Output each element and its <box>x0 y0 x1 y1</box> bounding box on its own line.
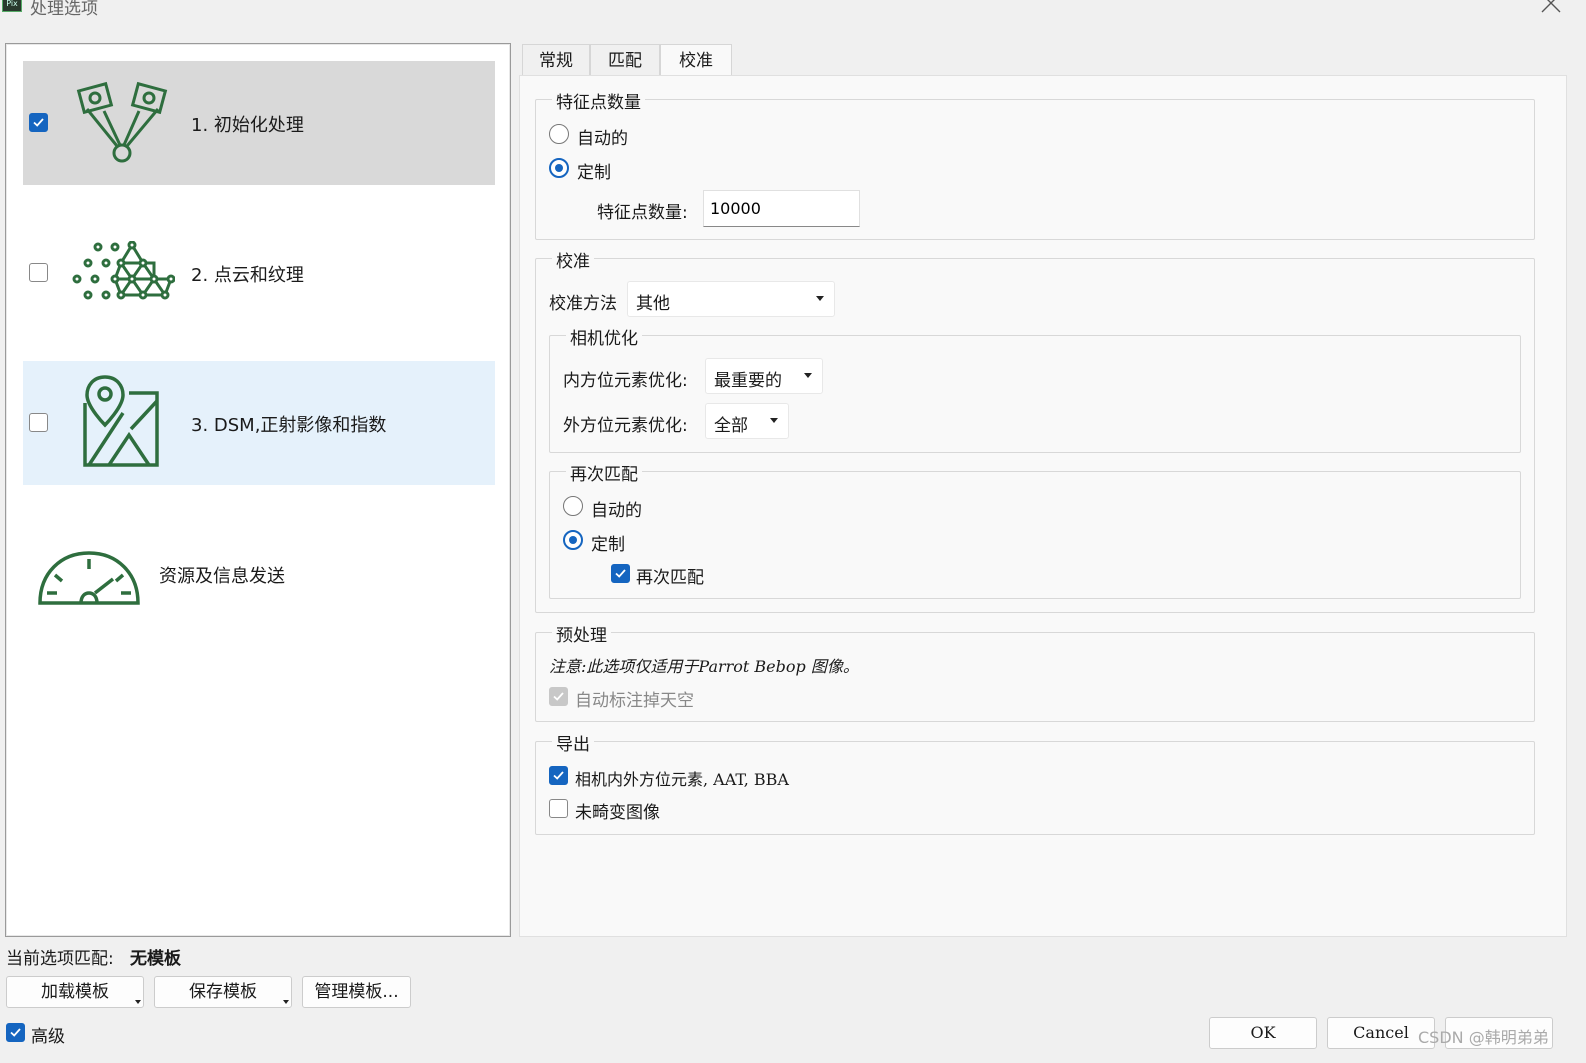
step-3-checkbox[interactable] <box>29 413 48 432</box>
chevron-down-icon <box>283 1000 289 1004</box>
camera-optimization-title: 相机优化 <box>566 324 642 349</box>
rematch-auto-label: 自动的 <box>591 501 642 521</box>
keypoints-custom-radio[interactable] <box>549 158 569 178</box>
load-template-button[interactable]: 加载模板 <box>6 976 144 1008</box>
keypoints-count-label: 特征点数量: <box>597 203 688 223</box>
keypoints-auto-label: 自动的 <box>577 129 628 149</box>
advanced-checkbox[interactable] <box>6 1023 25 1042</box>
export-title: 导出 <box>552 730 594 755</box>
save-template-button[interactable]: 保存模板 <box>154 976 292 1008</box>
export-camera-params-label: 相机内外方位元素, AAT, BBA <box>575 770 789 789</box>
load-template-label: 加载模板 <box>41 982 109 1002</box>
internal-params-label: 内方位元素优化: <box>563 371 688 391</box>
ok-button[interactable]: OK <box>1209 1017 1317 1049</box>
export-undistorted-label: 未畸变图像 <box>575 803 660 823</box>
sky-mask-checkbox <box>549 687 568 706</box>
calibration-method-label: 校准方法 <box>549 294 617 314</box>
step-2-checkbox[interactable] <box>29 263 48 282</box>
chevron-down-icon <box>135 1000 141 1004</box>
steps-panel: 1. 初始化处理 2. 点云和纹理 3. DSM,正射影像和指数 资源及信息发送 <box>5 43 511 937</box>
sky-mask-label: 自动标注掉天空 <box>575 691 694 711</box>
tie-points-icon <box>76 81 168 163</box>
rematch-title: 再次匹配 <box>566 460 642 485</box>
tab-general[interactable]: 常规 <box>522 44 590 76</box>
point-cloud-icon <box>72 241 175 300</box>
rematch-checkbox-label: 再次匹配 <box>636 568 704 588</box>
internal-params-value: 最重要的 <box>714 371 782 391</box>
step-1-checkbox[interactable] <box>29 113 48 132</box>
manage-template-label: 管理模板... <box>314 982 399 1002</box>
chevron-down-icon <box>804 373 812 378</box>
rematch-checkbox[interactable] <box>611 564 630 583</box>
keypoints-custom-label: 定制 <box>577 163 611 183</box>
keypoints-title: 特征点数量 <box>552 88 645 113</box>
step-3-label: 3. DSM,正射影像和指数 <box>191 415 387 436</box>
keypoints-auto-radio[interactable] <box>549 124 569 144</box>
camera-optimization-group <box>549 335 1521 453</box>
ok-label: OK <box>1250 1023 1276 1042</box>
external-params-label: 外方位元素优化: <box>563 416 688 436</box>
tab-matching[interactable]: 匹配 <box>590 44 660 76</box>
step-dsm-orthomosaic[interactable]: 3. DSM,正射影像和指数 <box>23 361 495 485</box>
manage-template-button[interactable]: 管理模板... <box>302 976 411 1008</box>
export-camera-params-checkbox[interactable] <box>549 766 568 785</box>
step-point-cloud[interactable]: 2. 点云和纹理 <box>23 211 495 335</box>
rematch-auto-radio[interactable] <box>563 496 583 516</box>
advanced-label: 高级 <box>31 1027 65 1047</box>
keypoints-count-input[interactable] <box>703 190 860 227</box>
external-params-value: 全部 <box>714 416 748 436</box>
save-template-label: 保存模板 <box>189 982 257 1002</box>
step-initial-processing[interactable]: 1. 初始化处理 <box>23 61 495 185</box>
resources-label[interactable]: 资源及信息发送 <box>159 562 285 588</box>
close-icon[interactable] <box>1538 0 1564 16</box>
step-1-label: 1. 初始化处理 <box>191 115 304 136</box>
speedometer-icon <box>38 551 140 605</box>
chevron-down-icon <box>816 296 824 301</box>
calibration-method-value: 其他 <box>636 294 670 314</box>
step-2-label: 2. 点云和纹理 <box>191 265 304 286</box>
external-params-dropdown[interactable]: 全部 <box>705 403 789 439</box>
internal-params-dropdown[interactable]: 最重要的 <box>705 358 823 394</box>
rematch-custom-label: 定制 <box>591 535 625 555</box>
window-title: 处理选项 <box>30 0 98 19</box>
current-template-label: 当前选项匹配: <box>6 949 114 969</box>
current-template-value: 无模板 <box>130 949 181 969</box>
map-pin-icon <box>83 375 159 467</box>
cancel-label: Cancel <box>1353 1023 1409 1042</box>
export-undistorted-checkbox[interactable] <box>549 799 568 818</box>
preprocessing-title: 预处理 <box>552 621 611 646</box>
calibration-method-dropdown[interactable]: 其他 <box>627 281 835 317</box>
watermark: CSDN @韩明弟弟 <box>1418 1028 1549 1047</box>
calibration-title: 校准 <box>552 247 594 272</box>
tab-calibration[interactable]: 校准 <box>660 44 732 77</box>
rematch-custom-radio[interactable] <box>563 530 583 550</box>
chevron-down-icon <box>770 418 778 423</box>
app-icon: Pix <box>2 0 22 12</box>
preprocessing-note: 注意:此选项仅适用于Parrot Bebop 图像。 <box>549 657 859 676</box>
title-bar: Pix 处理选项 <box>0 0 1586 30</box>
